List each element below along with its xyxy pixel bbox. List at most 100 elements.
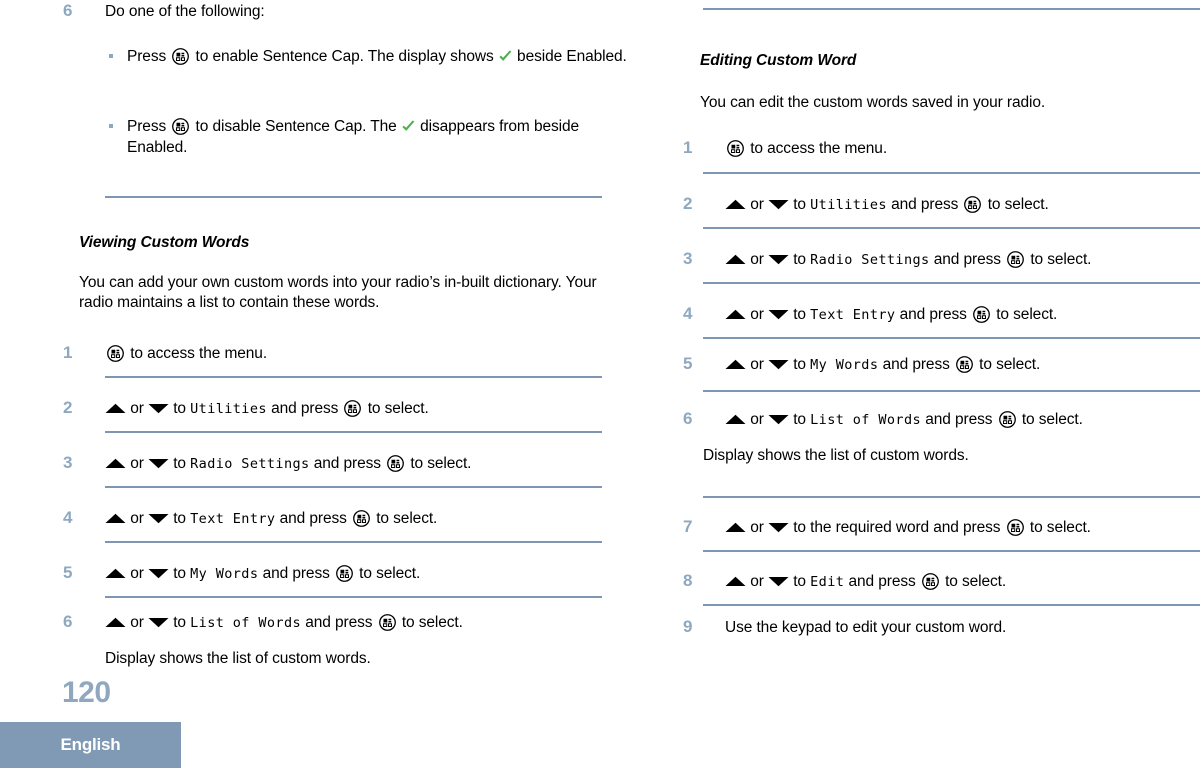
step-text-after: and press (275, 510, 352, 527)
menu-item-name: Radio Settings (190, 456, 310, 472)
step-text-after: and press (266, 400, 343, 417)
step-item: 2 or to Utilities and press to select. (62, 398, 645, 419)
menu-item-name: Text Entry (810, 307, 896, 323)
step-note: Display shows the list of custom words. (703, 447, 969, 464)
up-arrow-icon (105, 458, 126, 469)
step-text: or to Edit and press to select. (725, 572, 1200, 592)
step-text-post: to select. (363, 400, 429, 417)
step-text-post: to select. (372, 510, 438, 527)
step-text-post: to select. (354, 565, 421, 582)
step-divider (703, 496, 1200, 498)
step-text: or to Text Entry and press to select. (105, 509, 645, 529)
step-item: 3 or to Radio Settings and press to sele… (682, 249, 1200, 270)
step-text-post: to select. (983, 196, 1049, 213)
up-arrow-icon (105, 617, 126, 628)
step-item: 5 or to My Words and press to select. (682, 354, 1200, 375)
menu-item-name: My Words (810, 357, 879, 373)
step-text-post: to access the menu. (746, 140, 888, 157)
step-text: to access the menu. (105, 344, 645, 364)
step-text-pre: or (746, 306, 768, 323)
menu-item-name: Utilities (190, 401, 267, 417)
step-text-pre: or (746, 196, 768, 213)
step-number: 1 (683, 138, 693, 157)
step-divider (703, 550, 1200, 552)
step-text-pre: or (746, 519, 768, 536)
step-text: or to Utilities and press to select. (725, 195, 1200, 215)
down-arrow-icon (768, 199, 789, 210)
down-arrow-icon (768, 254, 789, 265)
step-divider (105, 486, 602, 488)
down-arrow-icon (148, 617, 169, 628)
step-text-after: and press (844, 573, 920, 590)
bullet-text-tail: beside Enabled. (512, 48, 627, 65)
menu-item-name: Utilities (810, 197, 887, 213)
menu-button-icon (107, 345, 124, 362)
up-arrow-icon (725, 309, 746, 320)
down-arrow-icon (148, 403, 169, 414)
step-number: 4 (63, 508, 73, 527)
menu-item-name: Edit (810, 574, 845, 590)
step-divider (703, 282, 1200, 284)
step-item: 1 to access the menu. (62, 343, 645, 364)
step-number: 7 (683, 517, 693, 536)
page-number: 120 (62, 676, 111, 709)
step-text-mid: to (789, 251, 811, 268)
step-text-pre: or (126, 455, 148, 472)
list-item: Press to enable Sentence Cap. The displa… (105, 46, 627, 67)
step-text: or to My Words and press to select. (105, 564, 645, 584)
step-text-mid: to (789, 196, 811, 213)
bullet-text-pre: Press (127, 118, 167, 135)
step-text: or to My Words and press to select. (725, 355, 1200, 375)
step-text-mid: to (789, 573, 811, 590)
section-intro: You can edit the custom words saved in y… (700, 94, 1046, 111)
section-divider (105, 196, 602, 198)
step-text-post: to select. (992, 306, 1058, 323)
down-arrow-icon (768, 359, 789, 370)
step-number: 5 (683, 354, 693, 373)
step-text-post: to select. (397, 614, 463, 631)
step-text-pre: or (746, 573, 768, 590)
bullet-text-pre: Press (127, 48, 167, 65)
step-text-after: and press (878, 356, 954, 373)
step-text-post: to access the menu. (126, 345, 268, 362)
step-text-post: to select. (1025, 519, 1091, 536)
step-item: 4 or to Text Entry and press to select. (682, 304, 1200, 325)
step-divider (105, 431, 602, 433)
menu-button-icon (353, 510, 370, 527)
up-arrow-icon (725, 414, 746, 425)
step-text-pre: or (746, 251, 768, 268)
step-item: 8 or to Edit and press to select. (682, 571, 1200, 592)
section-intro: You can add your own custom words into y… (79, 274, 597, 311)
step-item: 1 to access the menu. (682, 138, 1200, 159)
menu-button-icon (964, 196, 982, 213)
step-text-mid: to (789, 356, 811, 373)
step-text-mid: to (789, 411, 811, 428)
step-number: 5 (63, 563, 73, 582)
step-item: 6 Do one of the following: (62, 1, 645, 22)
menu-item-name: Radio Settings (810, 252, 930, 268)
down-arrow-icon (768, 576, 789, 587)
step-item: 4 or to Text Entry and press to select. (62, 508, 645, 529)
step-text-mid: to the required word and press (789, 519, 1005, 536)
down-arrow-icon (148, 458, 169, 469)
step-divider (703, 604, 1200, 606)
menu-item-name: List of Words (190, 615, 302, 631)
step-text-mid: to (169, 400, 191, 417)
step-item: 9 Use the keypad to edit your custom wor… (682, 617, 1200, 638)
menu-button-icon (921, 573, 939, 590)
step-text: Do one of the following: (105, 3, 265, 20)
step-number: 3 (683, 249, 693, 268)
up-arrow-icon (105, 513, 126, 524)
up-arrow-icon (725, 522, 746, 533)
down-arrow-icon (148, 513, 169, 524)
up-arrow-icon (725, 359, 746, 370)
step-text-mid: to (169, 614, 191, 631)
step-text-post: to select. (940, 573, 1007, 590)
step-text: Use the keypad to edit your custom word. (725, 619, 1007, 636)
menu-button-icon (973, 306, 990, 323)
step-divider (703, 172, 1200, 174)
step-note: Display shows the list of custom words. (105, 650, 371, 667)
step-number: 1 (63, 343, 73, 362)
step-divider (703, 390, 1200, 392)
step-text-post: to select. (406, 455, 472, 472)
